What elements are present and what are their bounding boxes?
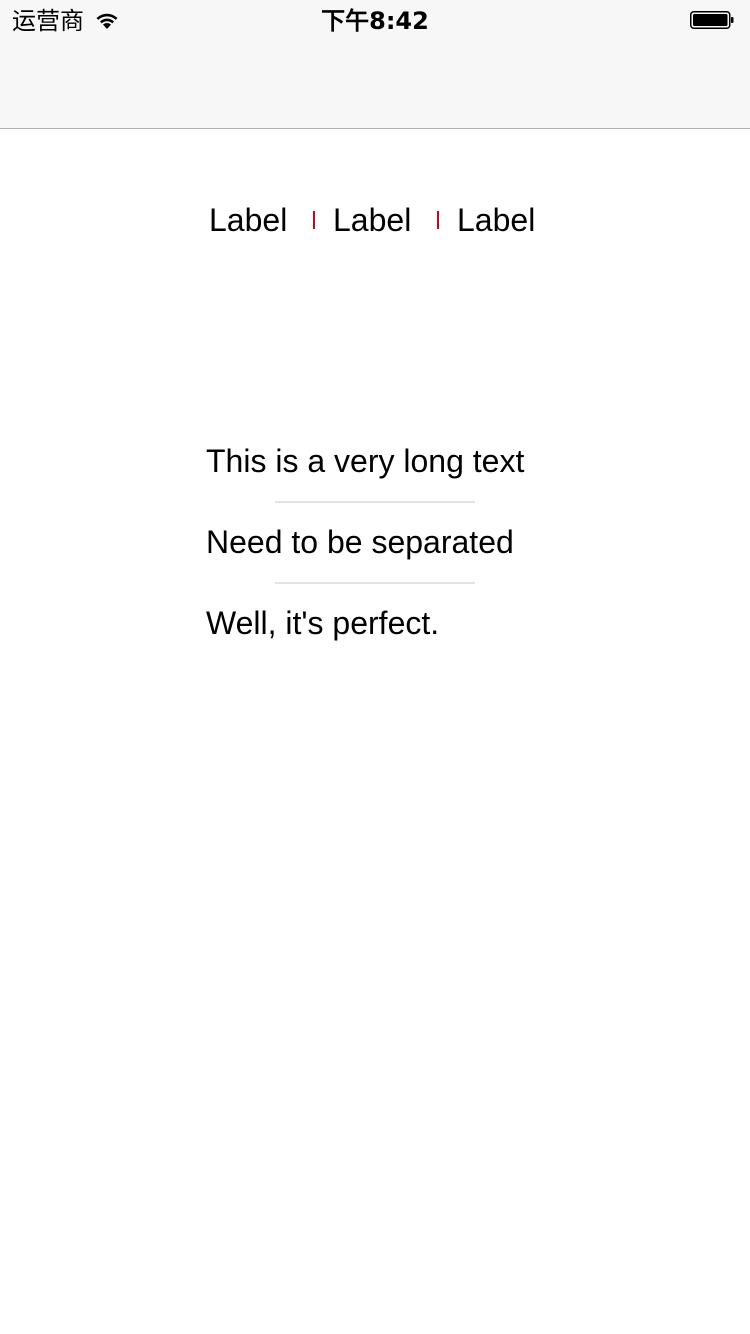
label-2: Label bbox=[333, 202, 412, 238]
label-1: Label bbox=[209, 202, 288, 238]
label-separator-2 bbox=[437, 211, 439, 229]
text-line-1: This is a very long text bbox=[206, 443, 525, 479]
text-separator-1 bbox=[275, 501, 475, 503]
label-row: Label Label Label bbox=[0, 198, 750, 242]
status-time: 下午8:42 bbox=[321, 7, 429, 35]
text-separator-2 bbox=[275, 582, 475, 584]
battery-icon bbox=[690, 11, 734, 29]
navigation-bar: 运营商 下午8:42 bbox=[0, 0, 750, 129]
text-line-2: Need to be separated bbox=[206, 524, 514, 560]
label-3: Label bbox=[457, 202, 536, 238]
label-separator-1 bbox=[313, 211, 315, 229]
text-line-3: Well, it's perfect. bbox=[206, 605, 440, 641]
status-bar: 运营商 下午8:42 bbox=[0, 0, 750, 40]
screen: 运营商 下午8:42 Label Label Label This is a v… bbox=[0, 0, 750, 1334]
